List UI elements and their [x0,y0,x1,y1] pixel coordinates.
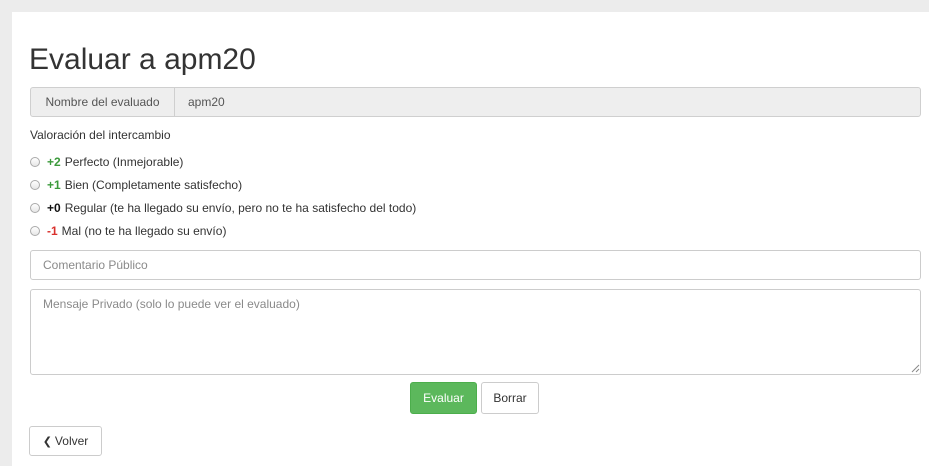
rating-text: Bien (Completamente satisfecho) [64,178,243,192]
page-title: Evaluar a apm20 [29,43,256,76]
evaluated-label: Nombre del evaluado [31,88,175,116]
radio-button[interactable] [30,157,40,167]
evaluated-value: apm20 [188,95,225,109]
rating-option-plus1[interactable]: +1 Bien (Completamente satisfecho) [30,178,242,192]
rating-score: +2 [47,155,61,169]
private-message-textarea[interactable] [30,289,921,375]
rating-score: +0 [47,201,61,215]
rating-option-zero[interactable]: +0 Regular (te ha llegado su envío, pero… [30,201,416,215]
rating-text: Perfecto (Inmejorable) [64,155,184,169]
radio-button[interactable] [30,180,40,190]
back-label: Volver [54,434,89,448]
rating-score: -1 [47,224,58,238]
rating-option-plus2[interactable]: +2 Perfecto (Inmejorable) [30,155,183,169]
radio-button[interactable] [30,203,40,213]
radio-button[interactable] [30,226,40,236]
rating-text: Mal (no te ha llegado su envío) [61,224,227,238]
public-comment-input[interactable] [30,250,921,280]
rating-option-minus1[interactable]: -1 Mal (no te ha llegado su envío) [30,224,226,238]
chevron-left-icon: ❮ [42,435,52,448]
rating-text: Regular (te ha llegado su envío, pero no… [64,201,417,215]
rating-score: +1 [47,178,61,192]
evaluate-button[interactable]: Evaluar [410,382,477,414]
resize-grip-icon[interactable] [911,364,920,373]
clear-button[interactable]: Borrar [481,382,539,414]
back-button[interactable]: ❮ Volver [29,426,102,456]
evaluated-input-group: Nombre del evaluado apm20 [30,87,921,117]
rating-label: Valoración del intercambio [30,128,171,142]
